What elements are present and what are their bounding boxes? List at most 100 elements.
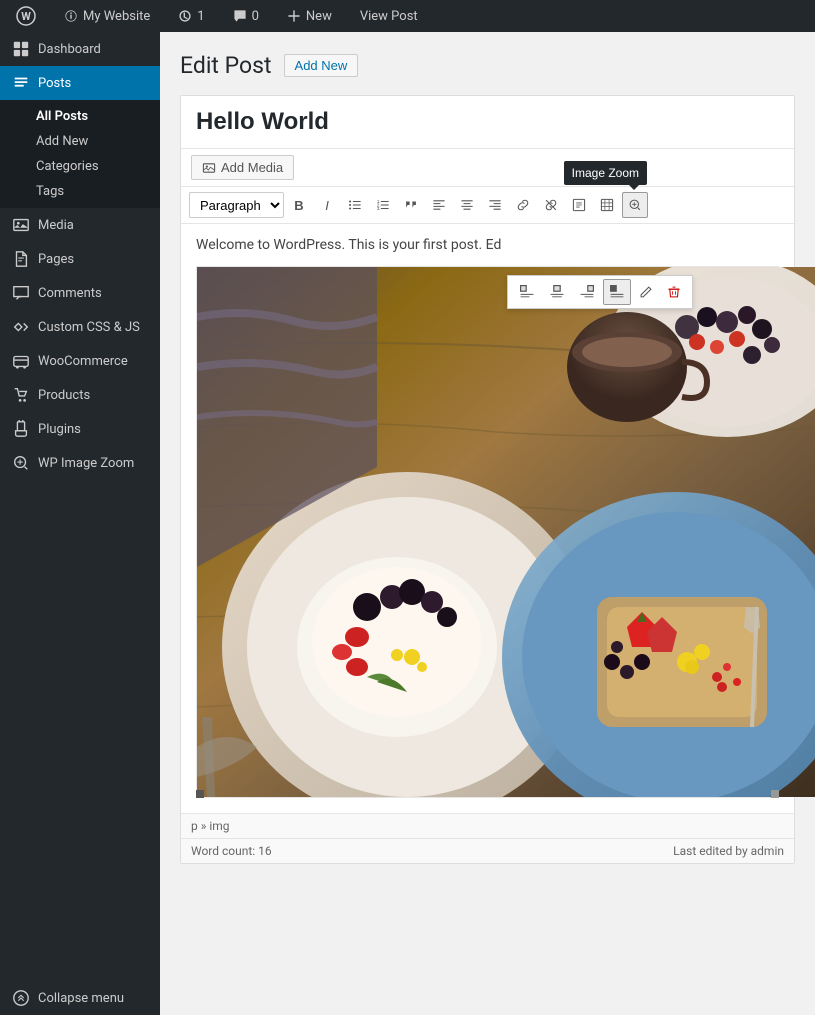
site-name-item[interactable]: My Website <box>58 0 156 32</box>
sidebar-item-tags[interactable]: Tags <box>0 179 160 204</box>
resize-handle-bottom-left[interactable] <box>196 790 204 798</box>
food-image-svg <box>197 267 815 797</box>
path-label: p » img <box>191 819 230 833</box>
add-new-sub-label: Add New <box>36 134 88 149</box>
sidebar-item-pages[interactable]: Pages <box>0 242 160 276</box>
wp-image-zoom-label: WP Image Zoom <box>38 456 134 471</box>
sidebar-item-all-posts[interactable]: All Posts <box>0 104 160 129</box>
post-title-input[interactable] <box>181 96 794 149</box>
ordered-list-button[interactable]: 1.2.3. <box>370 192 396 218</box>
table-icon <box>600 198 614 212</box>
unordered-list-button[interactable] <box>342 192 368 218</box>
add-media-label: Add Media <box>221 160 283 175</box>
img-align-center-btn[interactable] <box>543 279 571 305</box>
link-button[interactable] <box>510 192 536 218</box>
img-align-none-btn[interactable] <box>603 279 631 305</box>
align-left-icon <box>432 198 446 212</box>
sidebar-item-wp-image-zoom[interactable]: WP Image Zoom <box>0 446 160 480</box>
main-content: Edit Post Add New Add Media Paragraph He… <box>160 32 815 1015</box>
table-button[interactable] <box>594 192 620 218</box>
all-posts-label: All Posts <box>36 109 88 124</box>
delete-icon <box>667 285 681 299</box>
word-count-label: Word count: 16 <box>191 844 272 858</box>
img-align-left-btn[interactable] <box>513 279 541 305</box>
bold-button[interactable]: B <box>286 192 312 218</box>
pages-icon <box>12 250 30 268</box>
products-label: Products <box>38 388 90 403</box>
admin-bar: W My Website 1 0 New View Post <box>0 0 815 32</box>
view-post-item[interactable]: View Post <box>354 0 424 32</box>
site-name-label: My Website <box>83 9 150 24</box>
editor-content-area[interactable]: Welcome to WordPress. This is your first… <box>181 224 794 813</box>
sidebar: Dashboard Posts All Posts Add New Catego… <box>0 32 160 1015</box>
sidebar-item-plugins[interactable]: Plugins <box>0 412 160 446</box>
sidebar-item-media[interactable]: Media <box>0 208 160 242</box>
last-edited-label: Last edited by admin <box>673 844 784 858</box>
editor-image-container[interactable] <box>196 266 779 798</box>
new-item[interactable]: New <box>281 0 338 32</box>
pencil-icon <box>639 285 653 299</box>
collapse-label: Collapse menu <box>38 991 124 1006</box>
image-zoom-tooltip: Image Zoom <box>564 161 647 185</box>
updates-item[interactable]: 1 <box>172 0 210 32</box>
img-align-none-icon <box>609 284 625 300</box>
word-count-bar: Word count: 16 Last edited by admin <box>181 838 794 863</box>
edit-post-header: Edit Post Add New <box>180 52 795 79</box>
italic-button[interactable]: I <box>314 192 340 218</box>
custom-css-label: Custom CSS & JS <box>38 320 140 335</box>
add-new-button[interactable]: Add New <box>284 54 359 77</box>
unlink-button[interactable] <box>538 192 564 218</box>
resize-handle-bottom-right[interactable] <box>771 790 779 798</box>
custom-chars-icon <box>572 198 586 212</box>
custom-css-icon <box>12 318 30 336</box>
sidebar-item-collapse[interactable]: Collapse menu <box>0 981 160 1015</box>
sidebar-item-categories[interactable]: Categories <box>0 154 160 179</box>
paragraph-format-select[interactable]: Paragraph Heading 1 Heading 2 <box>189 192 284 218</box>
formatting-toolbar: Paragraph Heading 1 Heading 2 B I 1.2.3. <box>181 187 794 224</box>
wp-logo[interactable]: W <box>10 0 42 32</box>
unlink-icon <box>544 198 558 212</box>
img-align-right-btn[interactable] <box>573 279 601 305</box>
editor-container: Add Media Paragraph Heading 1 Heading 2 … <box>180 95 795 864</box>
img-align-left-icon <box>519 284 535 300</box>
sidebar-item-posts[interactable]: Posts <box>0 66 160 100</box>
ordered-list-icon: 1.2.3. <box>376 198 390 212</box>
image-inline-toolbar <box>507 275 693 309</box>
custom-chars-button[interactable] <box>566 192 592 218</box>
align-center-button[interactable] <box>454 192 480 218</box>
image-zoom-button-icon <box>628 198 642 212</box>
unordered-list-icon <box>348 198 362 212</box>
align-left-button[interactable] <box>426 192 452 218</box>
sidebar-item-woocommerce[interactable]: WooCommerce <box>0 344 160 378</box>
add-media-button[interactable]: Add Media <box>191 155 294 180</box>
add-media-row: Add Media <box>181 149 794 187</box>
svg-text:W: W <box>21 10 31 23</box>
sidebar-item-products[interactable]: Products <box>0 378 160 412</box>
sidebar-item-dashboard[interactable]: Dashboard <box>0 32 160 66</box>
posts-submenu: All Posts Add New Categories Tags <box>0 100 160 208</box>
sidebar-item-custom-css[interactable]: Custom CSS & JS <box>0 310 160 344</box>
blockquote-button[interactable] <box>398 192 424 218</box>
tags-label: Tags <box>36 184 64 199</box>
posts-label: Posts <box>38 76 71 91</box>
comments-item[interactable]: 0 <box>227 0 265 32</box>
img-align-right-icon <box>579 284 595 300</box>
categories-label: Categories <box>36 159 99 174</box>
img-delete-btn[interactable] <box>661 279 687 305</box>
media-label: Media <box>38 218 74 233</box>
plugins-label: Plugins <box>38 422 81 437</box>
sidebar-item-add-new[interactable]: Add New <box>0 129 160 154</box>
comments-count: 0 <box>252 9 259 24</box>
img-edit-btn[interactable] <box>633 279 659 305</box>
comments-sidebar-icon <box>12 284 30 302</box>
align-right-button[interactable] <box>482 192 508 218</box>
blockquote-icon <box>404 198 418 212</box>
link-icon <box>516 198 530 212</box>
updates-count: 1 <box>197 9 204 24</box>
image-zoom-button[interactable]: Image Zoom <box>622 192 648 218</box>
sidebar-item-comments[interactable]: Comments <box>0 276 160 310</box>
collapse-icon <box>12 989 30 1007</box>
plugins-icon <box>12 420 30 438</box>
products-icon <box>12 386 30 404</box>
posts-icon <box>12 74 30 92</box>
